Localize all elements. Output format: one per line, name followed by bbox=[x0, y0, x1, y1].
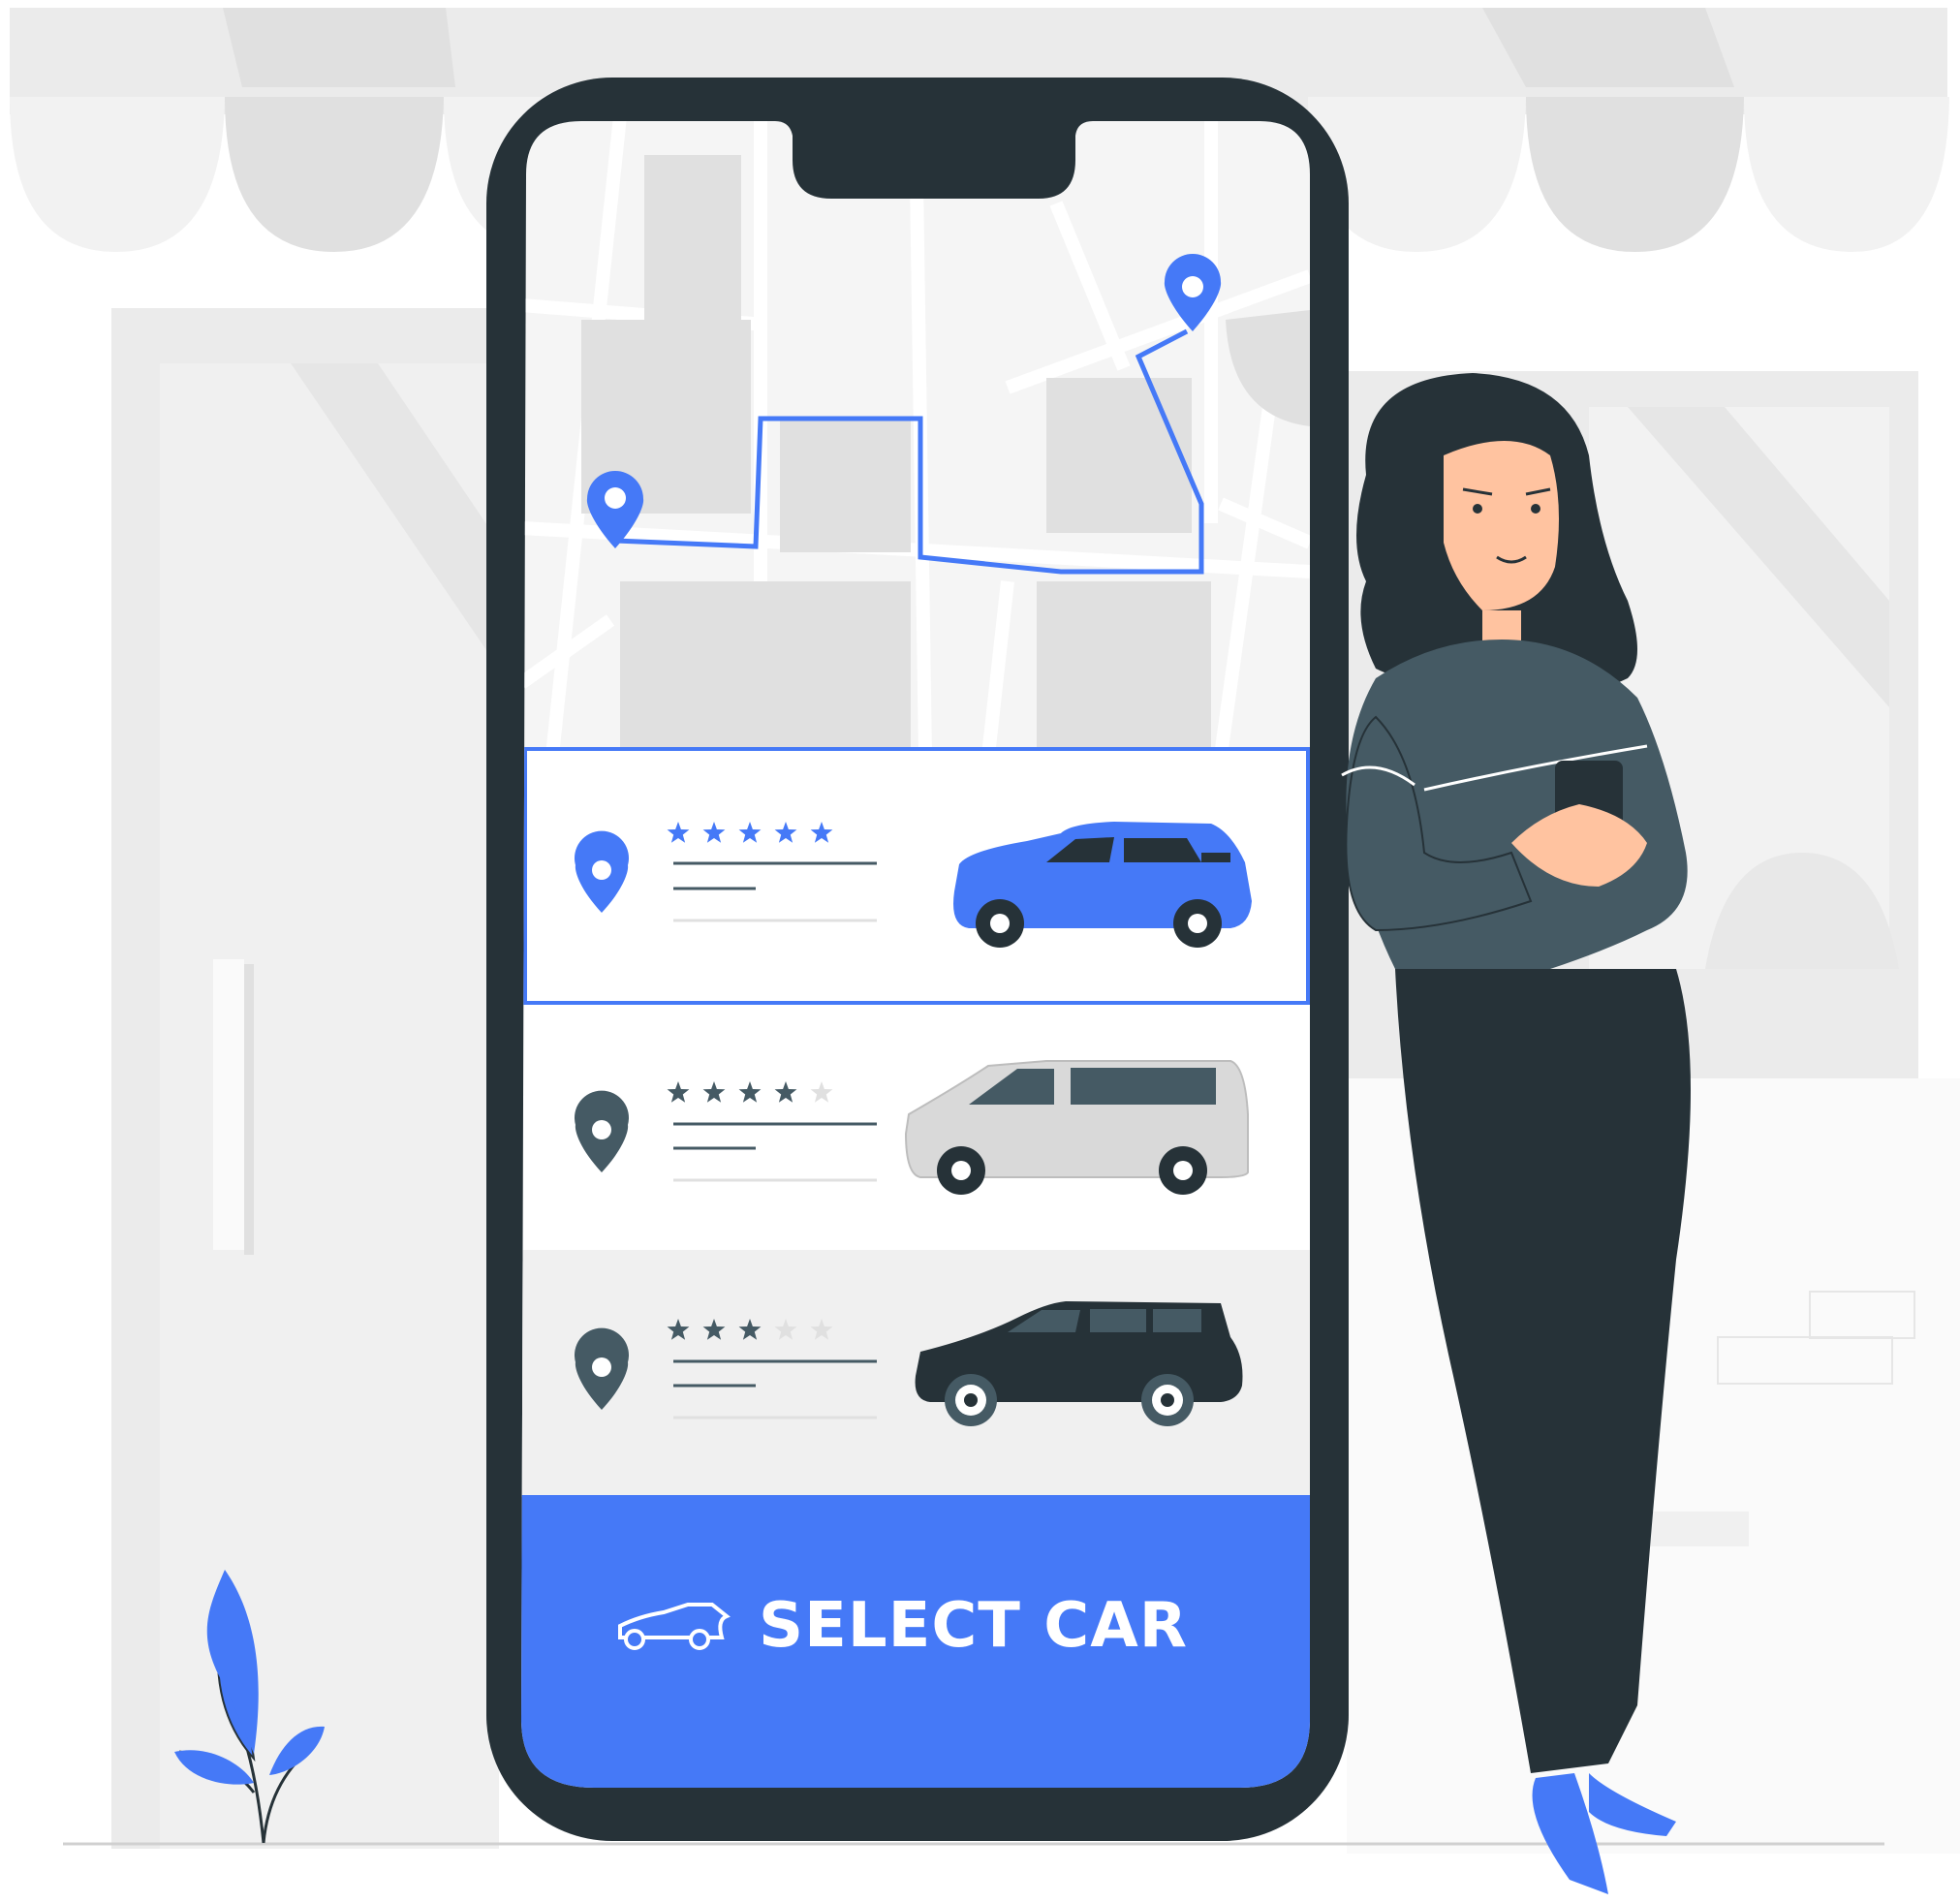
woman-figure bbox=[1341, 373, 1691, 1894]
